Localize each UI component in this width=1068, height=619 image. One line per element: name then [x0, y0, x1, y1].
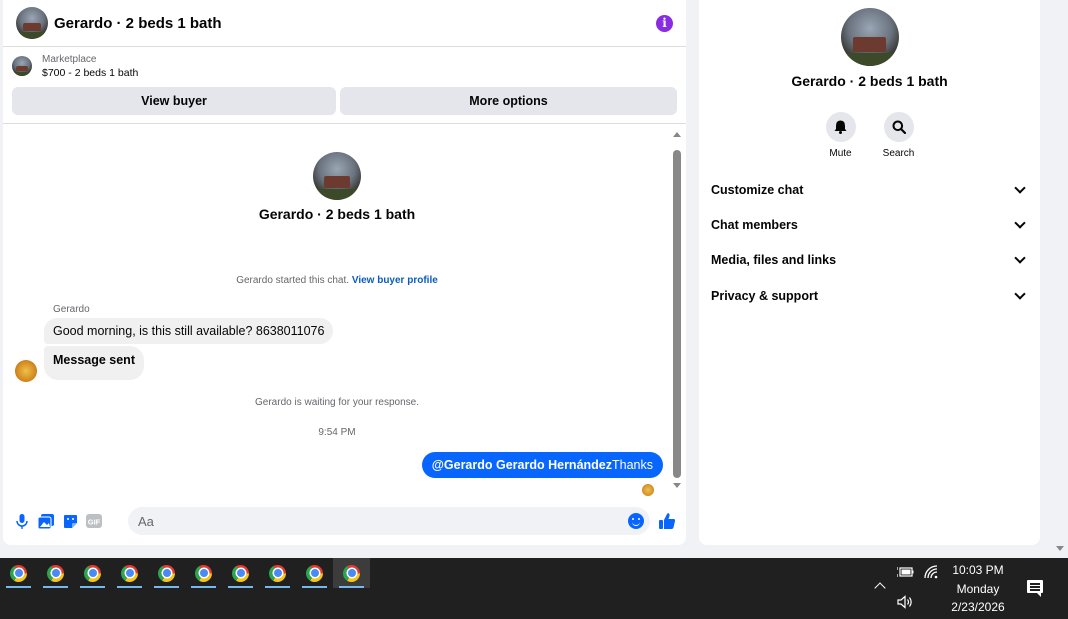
message-timestamp: 9:54 PM	[318, 427, 356, 438]
taskbar-chrome-app[interactable]	[148, 558, 185, 588]
incoming-message[interactable]: Message sent	[44, 346, 144, 380]
sender-avatar[interactable]	[15, 360, 37, 382]
info-icon[interactable]: i	[656, 14, 673, 32]
chat-avatar[interactable]	[16, 7, 48, 39]
waiting-notice: Gerardo is waiting for your response.	[255, 397, 419, 408]
search-button[interactable]: Search	[882, 112, 916, 159]
outgoing-text: Thanks	[612, 458, 653, 472]
chat-members-section[interactable]: Chat members	[711, 215, 1028, 235]
scroll-thumb[interactable]	[673, 150, 681, 478]
chrome-icon	[269, 564, 286, 582]
chrome-icon	[10, 564, 27, 582]
message-input[interactable]	[138, 513, 608, 529]
conversation-avatar	[313, 152, 361, 200]
taskbar-chrome-app[interactable]	[222, 558, 259, 588]
message-scrollbar[interactable]	[672, 130, 683, 490]
conversation-intro: Gerardo · 2 beds 1 bath	[3, 152, 671, 222]
scroll-down-arrow[interactable]	[673, 483, 681, 488]
mute-button[interactable]: Mute	[824, 112, 858, 159]
volume-icon[interactable]	[897, 595, 914, 612]
sender-name: Gerardo	[53, 304, 90, 315]
chat-panel: Gerardo · 2 beds 1 bath i Marketplace $7…	[3, 0, 686, 545]
marketplace-listing[interactable]: Marketplace $700 - 2 beds 1 bath	[3, 47, 686, 85]
scroll-up-arrow[interactable]	[673, 132, 681, 137]
details-header: Gerardo · 2 beds 1 bath	[699, 8, 1040, 89]
details-avatar[interactable]	[840, 8, 899, 66]
divider	[3, 123, 686, 124]
more-options-button[interactable]: More options	[340, 87, 677, 115]
chrome-icon	[47, 564, 64, 582]
chevron-down-icon	[1014, 217, 1026, 229]
listing-actions: View buyer More options	[3, 85, 686, 115]
outgoing-message[interactable]: @Gerardo Gerardo HernándezThanks	[421, 452, 663, 478]
taskbar-chrome-app[interactable]	[185, 558, 222, 588]
section-label: Media, files and links	[711, 253, 837, 267]
clock-time: 10:03 PM	[952, 563, 1004, 577]
taskbar-apps	[0, 558, 370, 590]
listing-price: $700 - 2 beds 1 bath	[42, 66, 139, 79]
emoji-icon[interactable]	[628, 513, 644, 529]
incoming-message[interactable]: Good morning, is this still available? 8…	[44, 318, 334, 344]
gif-icon[interactable]: GIF	[86, 513, 102, 529]
sticker-icon[interactable]	[62, 513, 78, 529]
chrome-icon	[306, 564, 323, 582]
page-scroll-down-arrow[interactable]	[1056, 546, 1064, 551]
taskbar-chrome-app[interactable]	[0, 558, 37, 588]
taskbar-chrome-app[interactable]	[259, 558, 296, 588]
taskbar: 10:03 PM Monday 2/23/2026	[0, 558, 1068, 619]
section-label: Chat members	[711, 218, 798, 232]
clock-date: 2/23/2026	[951, 600, 1005, 614]
svg-text:GIF: GIF	[88, 518, 101, 527]
chat-title[interactable]: Gerardo · 2 beds 1 bath	[54, 15, 656, 32]
privacy-support-section[interactable]: Privacy & support	[711, 286, 1028, 306]
mention[interactable]: @Gerardo Gerardo Hernández	[432, 458, 612, 472]
chrome-icon	[232, 564, 249, 582]
details-title: Gerardo · 2 beds 1 bath	[791, 73, 948, 89]
mute-label: Mute	[829, 148, 852, 159]
listing-thumbnail	[12, 56, 32, 76]
taskbar-chrome-app[interactable]	[74, 558, 111, 588]
chat-details-panel: Gerardo · 2 beds 1 bath Mute Search Cust…	[699, 0, 1040, 545]
chevron-down-icon	[1014, 182, 1026, 194]
chevron-down-icon	[1014, 252, 1026, 264]
notification-center-icon[interactable]	[1027, 580, 1043, 597]
message-thread: Gerardo · 2 beds 1 bath Gerardo started …	[3, 128, 671, 500]
tray-overflow-chevron-icon[interactable]	[874, 582, 886, 594]
view-buyer-button[interactable]: View buyer	[12, 87, 336, 115]
chat-started-text: Gerardo started this chat.	[236, 275, 350, 286]
chat-started-notice: Gerardo started this chat. View buyer pr…	[3, 275, 671, 286]
taskbar-chrome-app[interactable]	[37, 558, 74, 588]
chrome-icon	[158, 564, 175, 582]
battery-icon[interactable]	[896, 566, 914, 581]
microphone-icon[interactable]	[14, 513, 30, 529]
customize-chat-section[interactable]: Customize chat	[711, 180, 1028, 200]
chevron-down-icon	[1014, 288, 1026, 300]
seen-indicator-avatar	[642, 484, 654, 496]
clock-day: Monday	[956, 581, 1000, 596]
details-actions: Mute Search	[699, 112, 1040, 159]
view-buyer-profile-link[interactable]: View buyer profile	[352, 275, 438, 286]
wifi-icon[interactable]	[924, 565, 938, 582]
chat-header: Gerardo · 2 beds 1 bath i	[3, 0, 686, 47]
search-label: Search	[882, 148, 915, 159]
marketplace-label: Marketplace	[42, 53, 97, 65]
section-label: Privacy & support	[711, 289, 818, 303]
taskbar-chrome-app[interactable]	[296, 558, 333, 588]
conversation-title: Gerardo · 2 beds 1 bath	[258, 206, 416, 222]
taskbar-clock[interactable]: 10:03 PM Monday 2/23/2026	[944, 561, 1012, 617]
message-composer: GIF	[3, 505, 686, 537]
taskbar-chrome-app[interactable]	[111, 558, 148, 588]
photo-icon[interactable]	[38, 513, 54, 529]
chrome-icon	[195, 564, 212, 582]
taskbar-chrome-app-active[interactable]	[333, 558, 370, 588]
message-input-box[interactable]	[128, 507, 650, 535]
thumbs-up-icon[interactable]	[658, 512, 676, 530]
media-files-links-section[interactable]: Media, files and links	[711, 250, 1028, 270]
chrome-icon	[84, 564, 101, 582]
bell-icon[interactable]	[825, 112, 856, 142]
search-icon[interactable]	[883, 112, 914, 142]
chrome-icon	[121, 564, 138, 582]
section-label: Customize chat	[711, 183, 804, 197]
chrome-icon	[343, 564, 360, 582]
